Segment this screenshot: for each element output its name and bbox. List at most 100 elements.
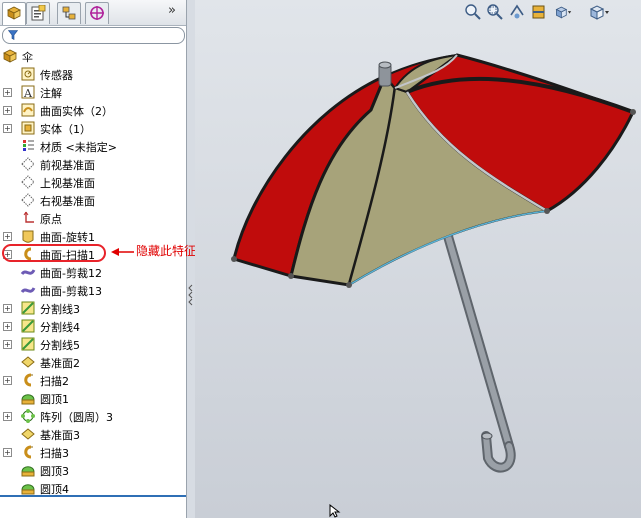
tree-item[interactable]: 基准面2 [0,353,186,371]
sensor-icon [21,67,35,81]
tree-expander[interactable]: + [3,106,12,115]
umbrella-tip-cap [378,61,392,69]
display-style-icon[interactable] [588,3,610,21]
tree-expander[interactable]: + [3,376,12,385]
surface-trim-icon [20,269,36,276]
tree-root[interactable]: 伞 [0,47,186,65]
tree-expander[interactable]: + [3,340,12,349]
rib-end [630,109,636,115]
tree-item[interactable]: + 分割线4 [0,317,186,335]
tree-item[interactable]: 圆顶3 [0,461,186,479]
plane-icon [21,175,35,189]
configuration-manager-icon [62,6,76,20]
rib-end [288,273,294,279]
tree-item[interactable]: 前视基准面 [0,155,186,173]
tree-item-label: 扫描3 [40,447,69,460]
dome-icon [21,484,35,495]
tree-item-label: 基准面3 [40,429,80,442]
ref-plane-icon [21,428,35,440]
tree-item[interactable]: 传感器 [0,65,186,83]
graphics-viewport[interactable] [195,0,641,518]
split-line-icon [21,319,35,333]
tree-item-label: 右视基准面 [40,195,95,208]
section-view-icon[interactable] [530,3,548,21]
dome-icon [21,394,35,405]
tree-item[interactable]: + 实体（1） [0,119,186,137]
tree-item[interactable]: 曲面-剪裁13 [0,281,186,299]
sweep-icon [24,373,33,387]
pane-collapse-handle[interactable] [186,282,194,308]
tree-item-label: 分割线5 [40,339,80,352]
tree-item-label: 曲面-剪裁12 [40,267,102,280]
tree-item[interactable]: + 扫描3 [0,443,186,461]
pane-bottom-divider [0,495,186,497]
handle-end-cap [481,432,493,440]
rib-end [544,208,550,214]
part-icon [3,49,17,63]
tab-dimxpert-manager[interactable] [85,2,109,24]
plane-icon [21,157,35,171]
tree-item-label: 基准面2 [40,357,80,370]
property-manager-icon [31,5,46,21]
tab-property-manager[interactable] [26,2,50,24]
zoom-to-fit-icon[interactable] [464,3,482,21]
tree-item[interactable]: + 曲面实体（2） [0,101,186,119]
tree-item[interactable]: 圆顶1 [0,389,186,407]
tree-item[interactable]: + 分割线3 [0,299,186,317]
tree-item-label: 前视基准面 [40,159,95,172]
tree-item[interactable]: 右视基准面 [0,191,186,209]
tree-item[interactable]: + 阵列（圆周）3 [0,407,186,425]
tree-item[interactable]: 上视基准面 [0,173,186,191]
svg-text:A: A [23,87,33,100]
tree-expander[interactable]: + [3,304,12,313]
surface-revolve-icon [22,230,34,243]
tree-item-label: 圆顶1 [40,393,69,406]
tree-item-label: 上视基准面 [40,177,95,190]
tree-item-label: 材质 <未指定> [40,141,117,154]
circular-pattern-icon [21,409,35,423]
tree-expander[interactable]: + [3,88,12,97]
tree-expander[interactable]: + [3,412,12,421]
tree-expander[interactable]: + [3,448,12,457]
tree-item[interactable]: + 分割线5 [0,335,186,353]
tree-item[interactable]: + A 注解 [0,83,186,101]
dome-icon [21,466,35,477]
dimxpert-icon [90,6,104,20]
tree-item-label: 曲面-旋转1 [40,231,95,244]
rib-end [231,256,237,262]
tree-filter-input[interactable] [2,27,185,44]
tree-root-label: 伞 [22,51,33,64]
mouse-pointer-icon [329,504,341,518]
tab-overflow-button[interactable]: » [168,3,176,18]
split-line-icon [21,337,35,351]
tree-item-label: 曲面实体（2） [40,105,113,118]
tree-item-label: 传感器 [40,69,73,82]
annotation-text: 隐藏此特征 [136,244,197,258]
tree-item-label: 注解 [40,87,62,100]
tree-item[interactable]: 曲面-剪裁12 [0,263,186,281]
tree-expander[interactable]: + [3,322,12,331]
tree-item-label: 圆顶3 [40,465,69,478]
tree-expander[interactable]: + [3,124,12,133]
view-orientation-icon[interactable] [554,3,572,21]
tab-configuration-manager[interactable] [57,2,81,24]
tree-item[interactable]: + 扫描2 [0,371,186,389]
annotation-icon: A [21,85,35,100]
tree-item[interactable]: 原点 [0,209,186,227]
tree-item[interactable]: 材质 <未指定> [0,137,186,155]
tree-item-label: 原点 [40,213,62,226]
origin-icon [23,211,34,223]
tree-item-label: 曲面-剪裁13 [40,285,102,298]
surface-trim-icon [20,287,36,294]
material-icon [23,140,34,151]
rib-end [346,282,352,288]
tree-expander[interactable]: + [3,232,12,241]
tree-item-label: 分割线3 [40,303,80,316]
tree-item-label: 扫描2 [40,375,69,388]
solid-bodies-icon [21,121,35,135]
split-line-icon [21,301,35,315]
previous-view-icon[interactable] [508,3,526,21]
tab-feature-manager[interactable] [2,2,26,25]
tree-item[interactable]: 基准面3 [0,425,186,443]
zoom-to-area-icon[interactable] [486,3,504,21]
